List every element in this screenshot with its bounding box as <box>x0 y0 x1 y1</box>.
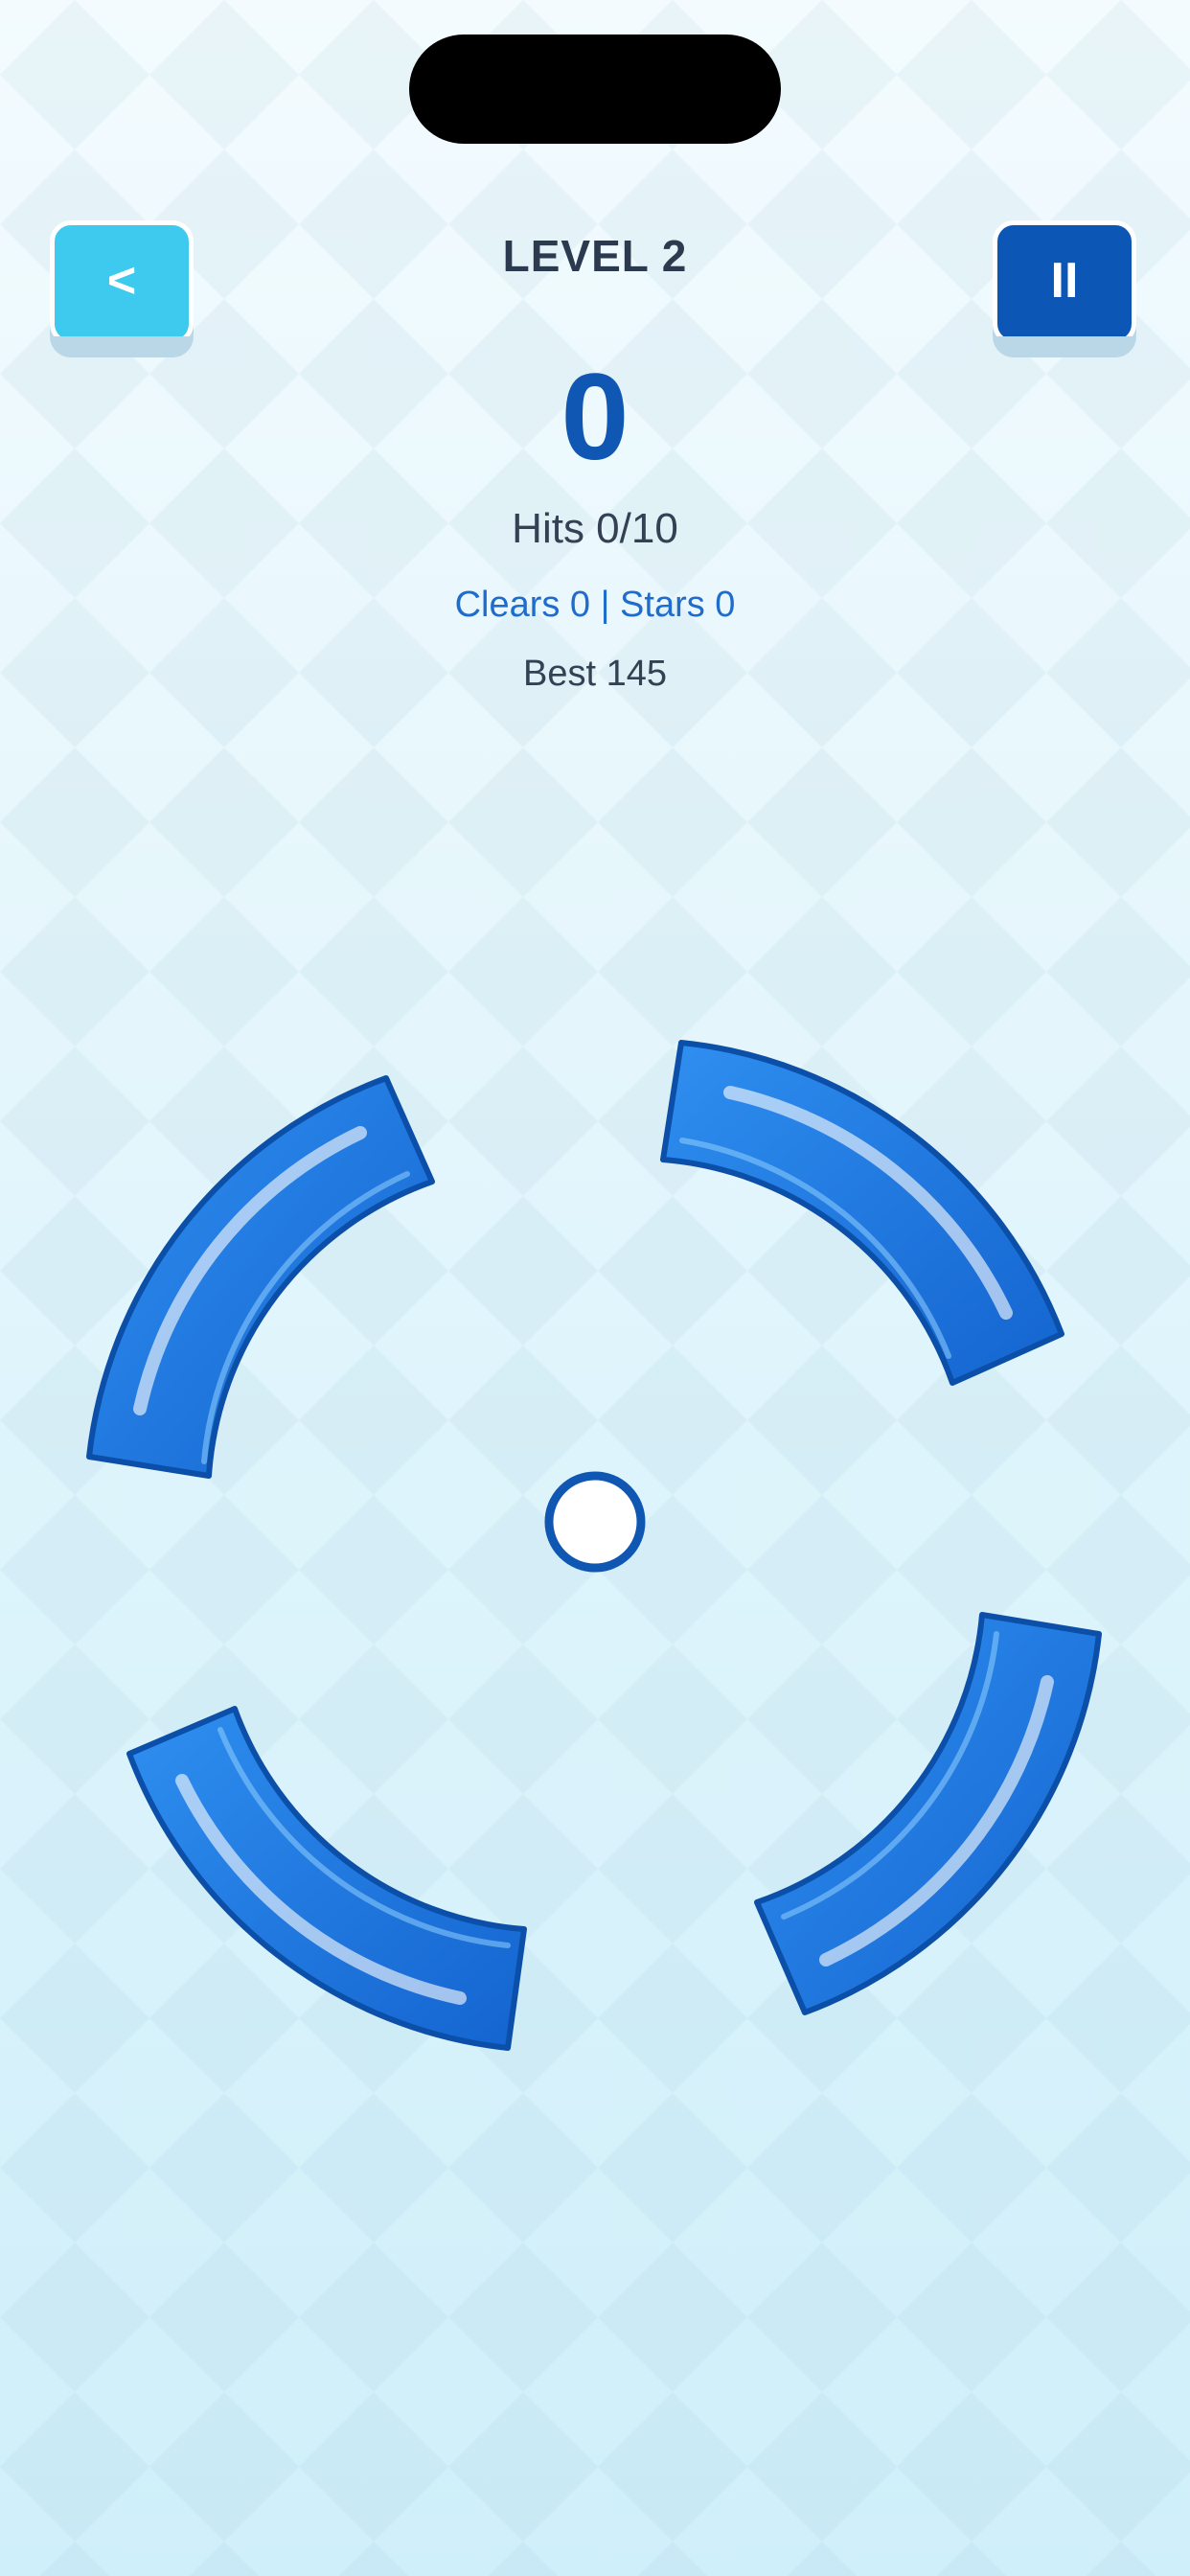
best-score: Best 145 <box>523 654 667 694</box>
clears-stars-counter: Clears 0 | Stars 0 <box>454 585 736 625</box>
ring-segment-bottom-left <box>126 1706 527 2051</box>
pause-icon: II <box>1050 253 1079 309</box>
center-ring-icon <box>544 1471 646 1573</box>
pause-button[interactable]: II <box>993 220 1136 357</box>
dynamic-island <box>409 34 781 144</box>
ring-segment-top-right <box>660 1040 1064 1386</box>
hits-counter: Hits 0/10 <box>512 505 678 552</box>
ring-segment-bottom-right <box>754 1612 1102 2015</box>
score-value: 0 <box>561 349 629 486</box>
ring-segment-top-left <box>86 1075 435 1479</box>
